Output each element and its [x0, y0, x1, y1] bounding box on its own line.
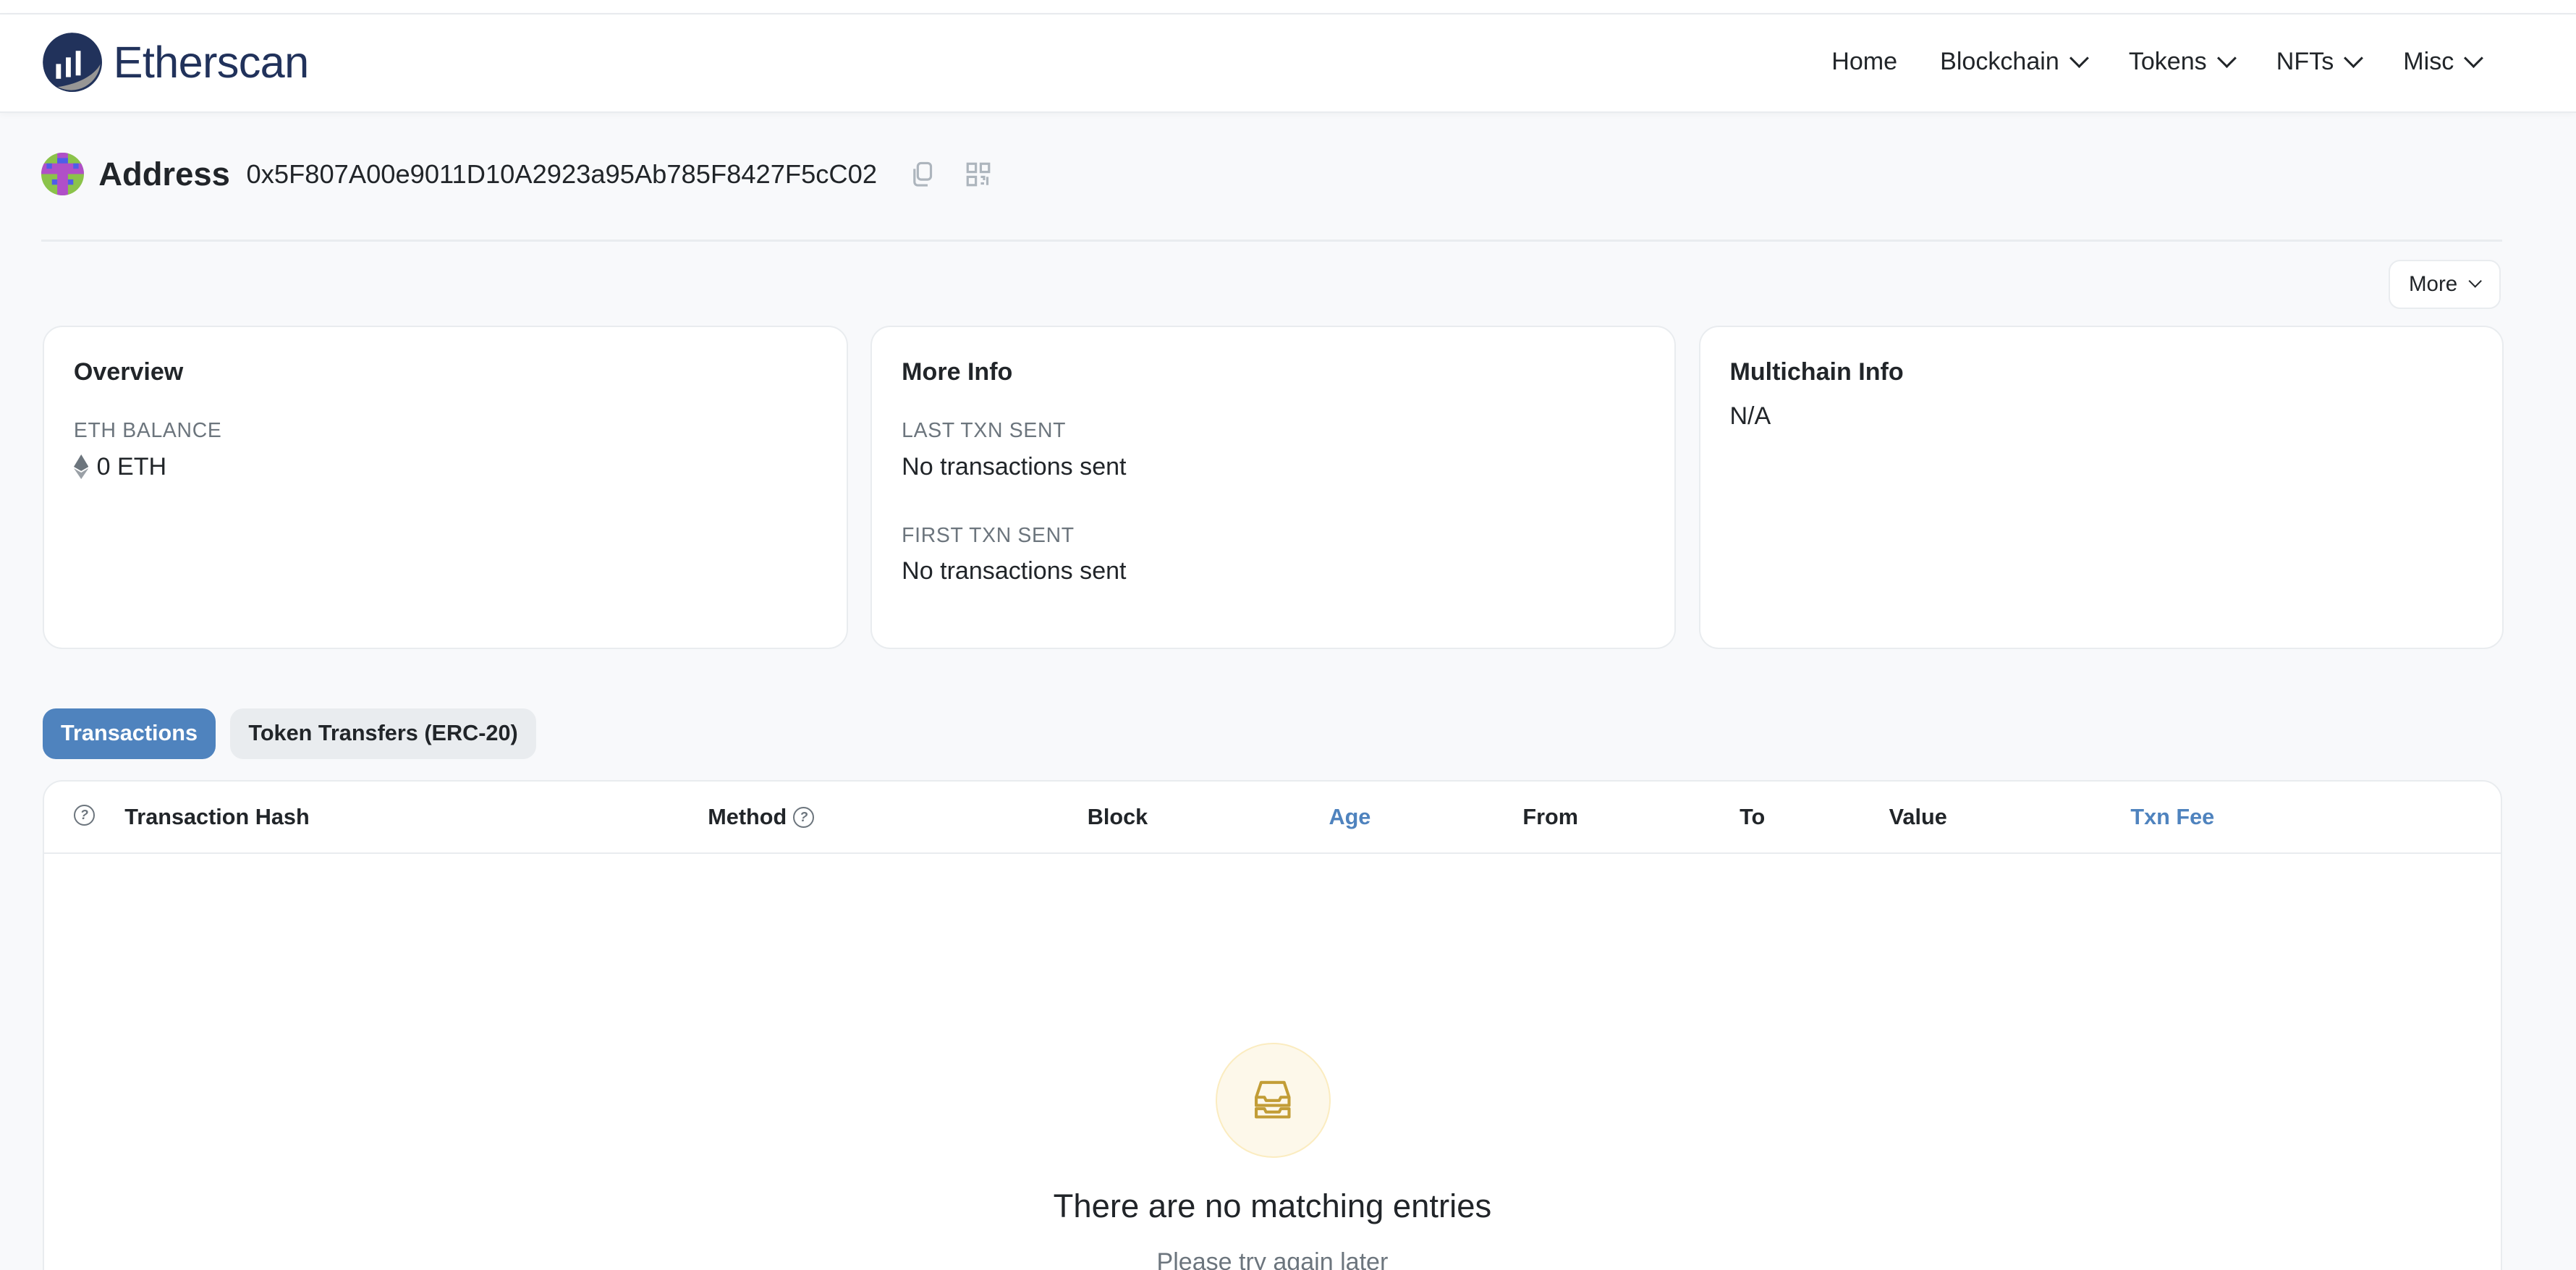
first-txn-value: No transactions sent — [902, 557, 1127, 585]
more-button[interactable]: More — [2389, 259, 2501, 309]
multichain-value: N/A — [1729, 402, 1771, 431]
empty-state-icon — [1215, 1043, 1331, 1159]
last-txn-value: No transactions sent — [902, 452, 1127, 481]
chevron-down-icon — [2468, 274, 2483, 288]
col-method-label: Method — [708, 805, 787, 830]
brand-name: Etherscan — [113, 38, 310, 88]
col-block: Block — [1087, 805, 1148, 830]
chevron-down-icon — [2464, 48, 2484, 69]
nav-tokens[interactable]: Tokens — [2128, 47, 2237, 76]
card-title: Overview — [73, 357, 184, 386]
empty-state-title: There are no matching entries — [1053, 1188, 1492, 1225]
overview-card: Overview ETH BALANCE 0 ETH — [43, 325, 848, 649]
nav-label: Home — [1831, 47, 1898, 75]
eth-balance-value: 0 ETH — [96, 452, 167, 481]
site-header: Etherscan Home Blockchain Tokens NFTs Mi… — [0, 14, 2576, 114]
col-age-toggle[interactable]: Age — [1329, 805, 1370, 830]
nav-home[interactable]: Home — [1831, 48, 1897, 76]
etherscan-logo-icon — [43, 33, 102, 93]
chevron-down-icon — [2344, 48, 2364, 69]
top-strip — [0, 0, 2576, 15]
main-nav: Home Blockchain Tokens NFTs Misc — [1831, 47, 2484, 76]
table-header: ? Transaction Hash Method? Block Age Fro… — [44, 782, 2501, 855]
last-txn-label: LAST TXN SENT — [902, 419, 1067, 443]
col-to: To — [1740, 805, 1766, 830]
address-tabs: Transactions Token Transfers (ERC-20) — [43, 708, 536, 759]
more-button-label: More — [2408, 271, 2458, 296]
col-txn-fee-toggle[interactable]: Txn Fee — [2130, 805, 2214, 830]
etherscan-logo[interactable]: Etherscan — [41, 31, 309, 93]
eth-balance-label: ETH BALANCE — [73, 419, 222, 443]
first-txn-label: FIRST TXN SENT — [902, 523, 1075, 547]
nav-misc[interactable]: Misc — [2403, 47, 2484, 76]
address-hash: 0x5F807A00e9011D10A2923a95Ab785F8427F5cC… — [246, 158, 878, 189]
chevron-down-icon — [2069, 48, 2089, 69]
inbox-icon — [1255, 1080, 1291, 1119]
nav-label: Misc — [2403, 47, 2454, 75]
address-header: Address 0x5F807A00e9011D10A2923a95Ab785F… — [41, 153, 991, 196]
col-from: From — [1522, 805, 1578, 830]
nav-blockchain[interactable]: Blockchain — [1940, 47, 2089, 76]
ethereum-icon — [73, 454, 89, 480]
transactions-table: ? Transaction Hash Method? Block Age Fro… — [43, 780, 2502, 1270]
col-transaction-hash: Transaction Hash — [124, 805, 310, 830]
help-icon[interactable]: ? — [73, 805, 95, 826]
divider — [41, 240, 2502, 242]
nav-label: Blockchain — [1940, 47, 2059, 75]
card-title: More Info — [902, 357, 1013, 386]
card-title: Multichain Info — [1729, 357, 1904, 386]
nav-label: Tokens — [2128, 47, 2207, 75]
qr-code-icon[interactable] — [966, 162, 991, 187]
tab-transactions[interactable]: Transactions — [43, 708, 216, 759]
col-method: Method? — [708, 805, 815, 830]
tab-token-transfers[interactable]: Token Transfers (ERC-20) — [230, 708, 536, 759]
empty-state-subtitle: Please try again later — [1156, 1248, 1389, 1270]
nav-nfts[interactable]: NFTs — [2276, 47, 2364, 76]
col-value: Value — [1889, 805, 1947, 830]
multichain-card: Multichain Info N/A — [1698, 325, 2504, 649]
help-icon[interactable]: ? — [793, 807, 815, 829]
nav-label: NFTs — [2276, 47, 2334, 75]
address-avatar — [41, 153, 84, 196]
eth-balance: 0 ETH — [73, 452, 817, 481]
chevron-down-icon — [2216, 48, 2237, 69]
more-info-card: More Info LAST TXN SENT No transactions … — [870, 325, 1676, 649]
page: Etherscan Home Blockchain Tokens NFTs Mi… — [0, 0, 2576, 1270]
copy-icon[interactable] — [910, 161, 936, 187]
address-title: Address — [98, 155, 230, 192]
